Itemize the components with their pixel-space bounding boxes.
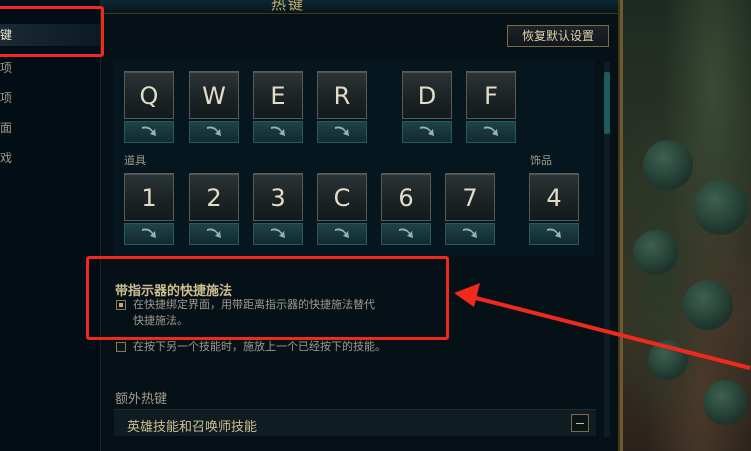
key-cap-label: 1 xyxy=(124,173,174,221)
key-cap-label: 4 xyxy=(529,173,579,221)
sidebar-item-2[interactable]: 项 xyxy=(0,57,100,79)
key-cap-label: C xyxy=(317,173,367,221)
tree-image xyxy=(648,340,688,380)
quickcast-toggle-button[interactable] xyxy=(445,223,495,245)
quickcast-arrow-icon xyxy=(335,228,349,238)
section-label: 英雄技能和召唤师技能 xyxy=(127,420,258,435)
scrollbar-thumb[interactable] xyxy=(604,72,610,134)
quickcast-arrow-icon xyxy=(142,126,156,136)
annotation-box-quickcast xyxy=(86,256,449,340)
tree-image xyxy=(683,280,733,330)
key-cap-label: W xyxy=(189,71,239,119)
quickcast-arrow-icon xyxy=(420,126,434,136)
quickcast-toggle-button[interactable] xyxy=(189,121,239,143)
key-cap-label: 7 xyxy=(445,173,495,221)
restore-defaults-button[interactable]: 恢复默认设置 xyxy=(507,25,609,47)
key-cap-label: D xyxy=(402,71,452,119)
quickcast-toggle-button[interactable] xyxy=(253,121,303,143)
key-cap-label: 2 xyxy=(189,173,239,221)
sidebar-item-4[interactable]: 面 xyxy=(0,117,100,139)
quickcast-arrow-icon xyxy=(463,228,477,238)
quickcast-toggle-button[interactable] xyxy=(466,121,516,143)
quickcast-arrow-icon xyxy=(207,126,221,136)
game-background xyxy=(620,0,751,451)
extra-hotkeys-title: 额外热键 xyxy=(115,392,168,407)
key-cap-label: 6 xyxy=(381,173,431,221)
annotation-box-sidebar xyxy=(0,6,104,57)
sidebar-item-5[interactable]: 戏 xyxy=(0,147,100,169)
quickcast-toggle-button[interactable] xyxy=(124,121,174,143)
sidebar-item-label: 项 xyxy=(0,61,13,75)
key-cap-label: E xyxy=(253,71,303,119)
trinket-label: 饰品 xyxy=(530,154,552,167)
cast-previous-checkbox[interactable] xyxy=(116,342,126,352)
quickcast-toggle-button[interactable] xyxy=(402,121,452,143)
quickcast-toggle-button[interactable] xyxy=(124,223,174,245)
panel-header: 热键 xyxy=(101,0,618,14)
items-label: 道具 xyxy=(124,154,146,167)
key-cap-label: F xyxy=(466,71,516,119)
tree-image xyxy=(703,380,748,425)
cast-previous-text: 在按下另一个技能时，施放上一个已经按下的技能。 xyxy=(133,340,386,353)
quickcast-arrow-icon xyxy=(547,228,561,238)
sidebar-item-label: 戏 xyxy=(0,151,13,165)
quickcast-arrow-icon xyxy=(142,228,156,238)
collapse-button[interactable] xyxy=(571,414,589,432)
sidebar-item-label: 项 xyxy=(0,91,13,105)
quickcast-toggle-button[interactable] xyxy=(381,223,431,245)
tree-image xyxy=(633,230,678,275)
quickcast-arrow-icon xyxy=(271,126,285,136)
sidebar-item-label: 面 xyxy=(0,121,13,135)
quickcast-arrow-icon xyxy=(399,228,413,238)
quickcast-arrow-icon xyxy=(335,126,349,136)
panel-title: 热键 xyxy=(271,0,306,13)
tree-image xyxy=(693,180,748,235)
quickcast-toggle-button[interactable] xyxy=(529,223,579,245)
quickcast-toggle-button[interactable] xyxy=(317,121,367,143)
quickcast-toggle-button[interactable] xyxy=(317,223,367,245)
key-cap-label: R xyxy=(317,71,367,119)
tree-image xyxy=(643,140,693,190)
quickcast-arrow-icon xyxy=(271,228,285,238)
sidebar: 键 项 项 面 戏 xyxy=(0,0,100,451)
quickcast-toggle-button[interactable] xyxy=(189,223,239,245)
quickcast-toggle-button[interactable] xyxy=(253,223,303,245)
scrollbar[interactable] xyxy=(604,62,610,437)
quickcast-arrow-icon xyxy=(484,126,498,136)
champion-abilities-section[interactable]: 英雄技能和召唤师技能 xyxy=(114,409,596,436)
quickcast-arrow-icon xyxy=(207,228,221,238)
key-cap-label: Q xyxy=(124,71,174,119)
sidebar-item-3[interactable]: 项 xyxy=(0,87,100,109)
key-cap-label: 3 xyxy=(253,173,303,221)
